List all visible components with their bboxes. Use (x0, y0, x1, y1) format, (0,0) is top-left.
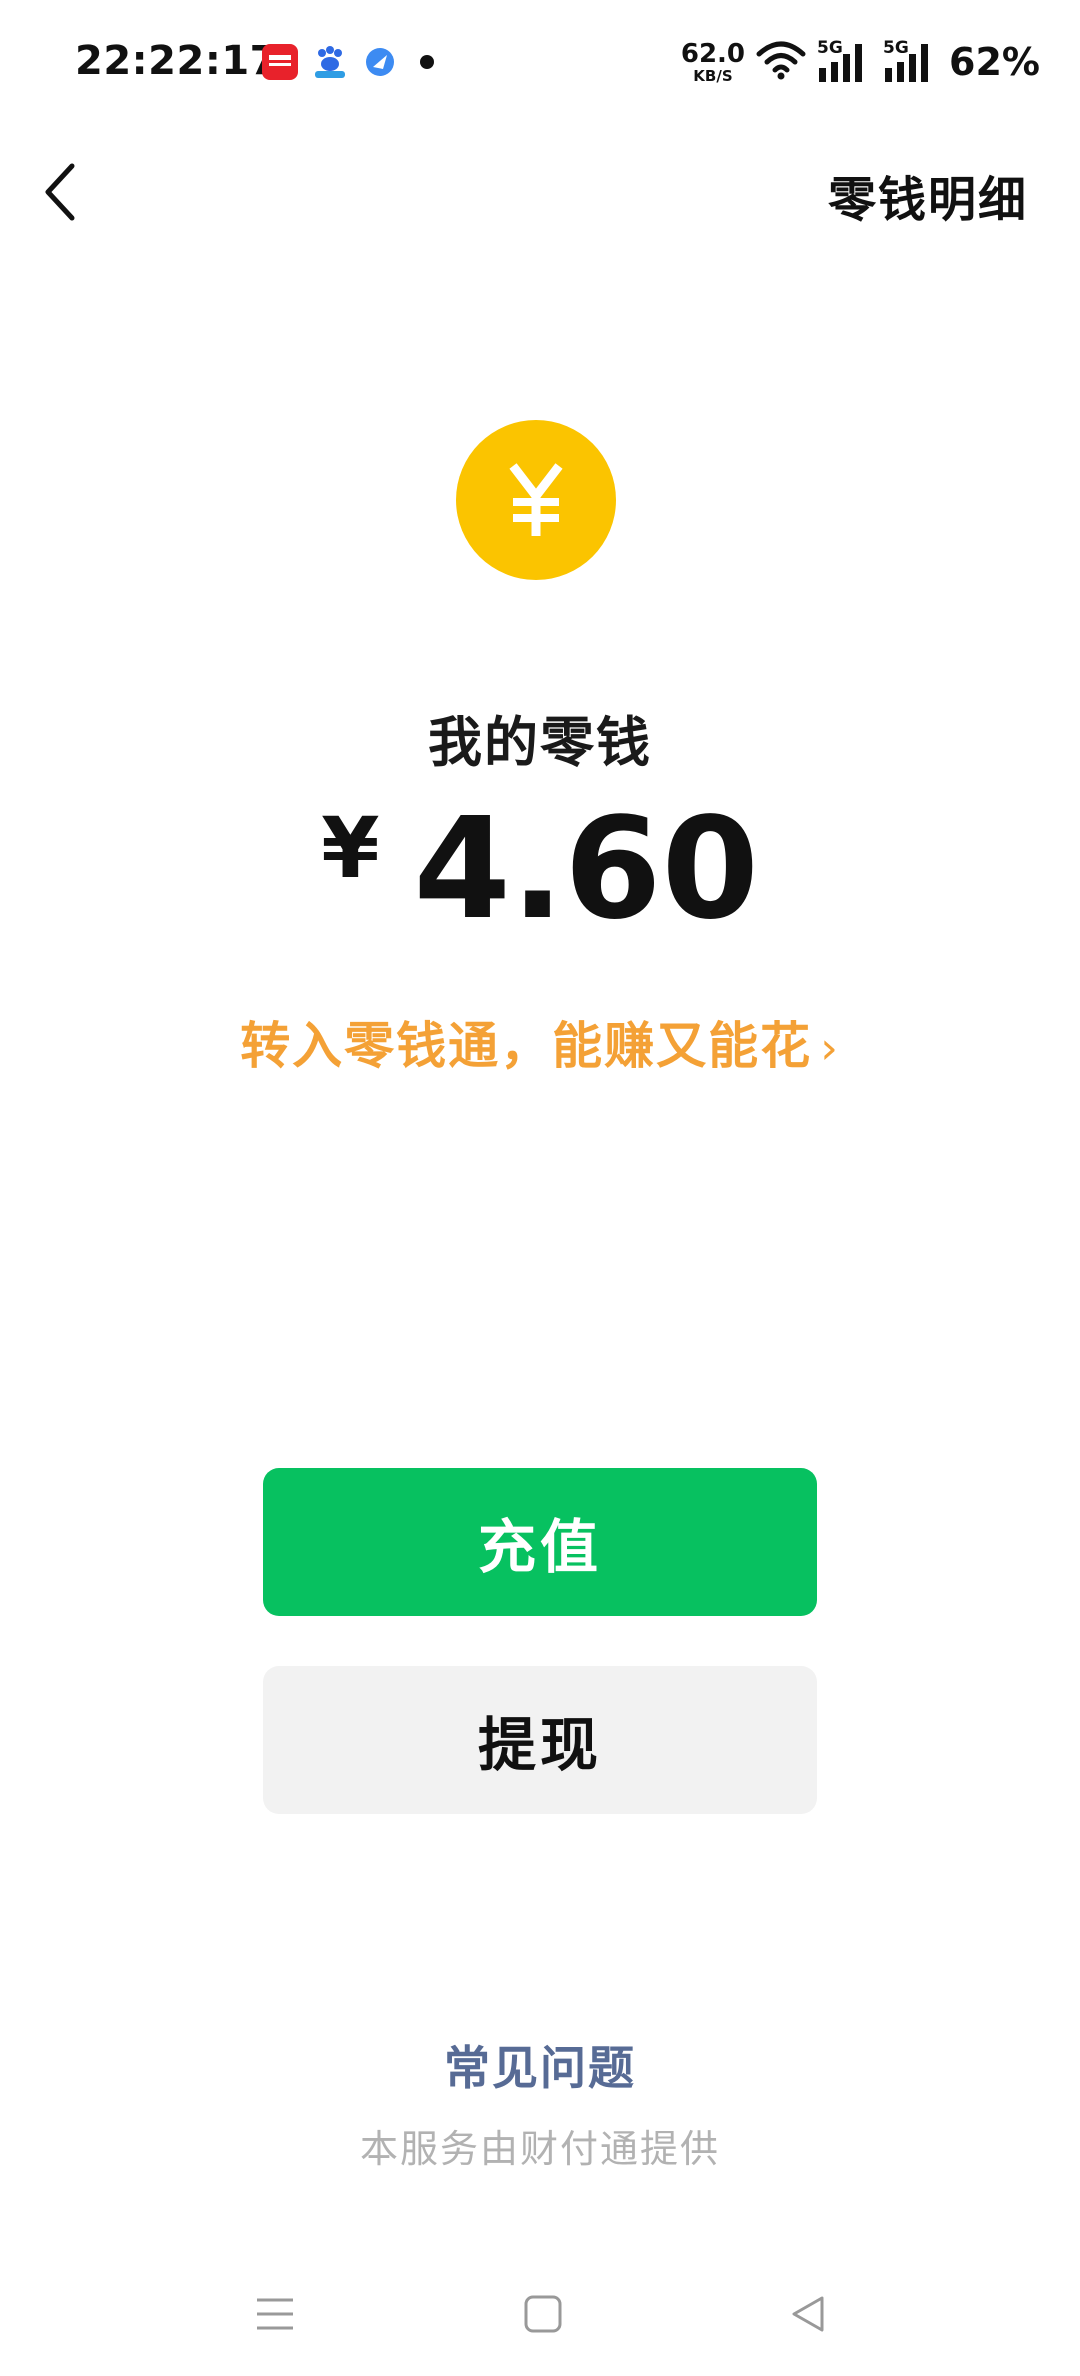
chevron-left-icon (45, 163, 75, 221)
promo-text: 转入零钱通，能赚又能花 (240, 1017, 813, 1075)
network-speed-value: 62.0 (680, 38, 746, 69)
app-red-icon (262, 44, 298, 80)
signal-5g-icon: 5G (883, 38, 939, 84)
balance-value: 4.60 (413, 788, 759, 951)
currency-symbol: ¥ (321, 799, 380, 897)
wifi-icon (755, 40, 807, 84)
battery-percentage: 62% (949, 40, 1040, 84)
network-speed: 62.0 KB/S (681, 41, 745, 84)
status-indicators: 62.0 KB/S 5G 5G 62% (681, 38, 1040, 84)
back-button[interactable] (30, 152, 90, 232)
balance-label: 我的零钱 (428, 711, 652, 774)
signal-5g-icon: 5G (817, 38, 873, 84)
notification-icons (262, 44, 434, 80)
more-notifications-dot (420, 55, 434, 69)
blue-app-icon (362, 44, 398, 80)
faq-link[interactable]: 常见问题 (0, 2032, 1080, 2098)
withdraw-button[interactable]: 提现 (263, 1666, 817, 1814)
yuan-coin-icon (456, 420, 616, 580)
status-bar: 22:22:17 62.0 KB/S 5G 5G 62% (0, 0, 1080, 130)
network-speed-unit: KB/S (693, 66, 733, 85)
status-time: 22:22:17 (75, 38, 278, 84)
provider-text: 本服务由财付通提供 (359, 2127, 720, 2171)
baidu-icon (312, 44, 348, 80)
balance-amount: ¥4.60 (0, 800, 1080, 940)
recharge-button[interactable]: 充值 (263, 1468, 817, 1616)
home-icon[interactable] (513, 2284, 573, 2344)
balance-details-link[interactable]: 零钱明细 (828, 160, 1028, 230)
lingqiantong-promo-link[interactable]: 转入零钱通，能赚又能花 › (0, 1006, 1080, 1078)
menu-icon[interactable] (245, 2284, 305, 2344)
chevron-right-icon: › (820, 1023, 840, 1074)
back-triangle-icon[interactable] (778, 2284, 838, 2344)
